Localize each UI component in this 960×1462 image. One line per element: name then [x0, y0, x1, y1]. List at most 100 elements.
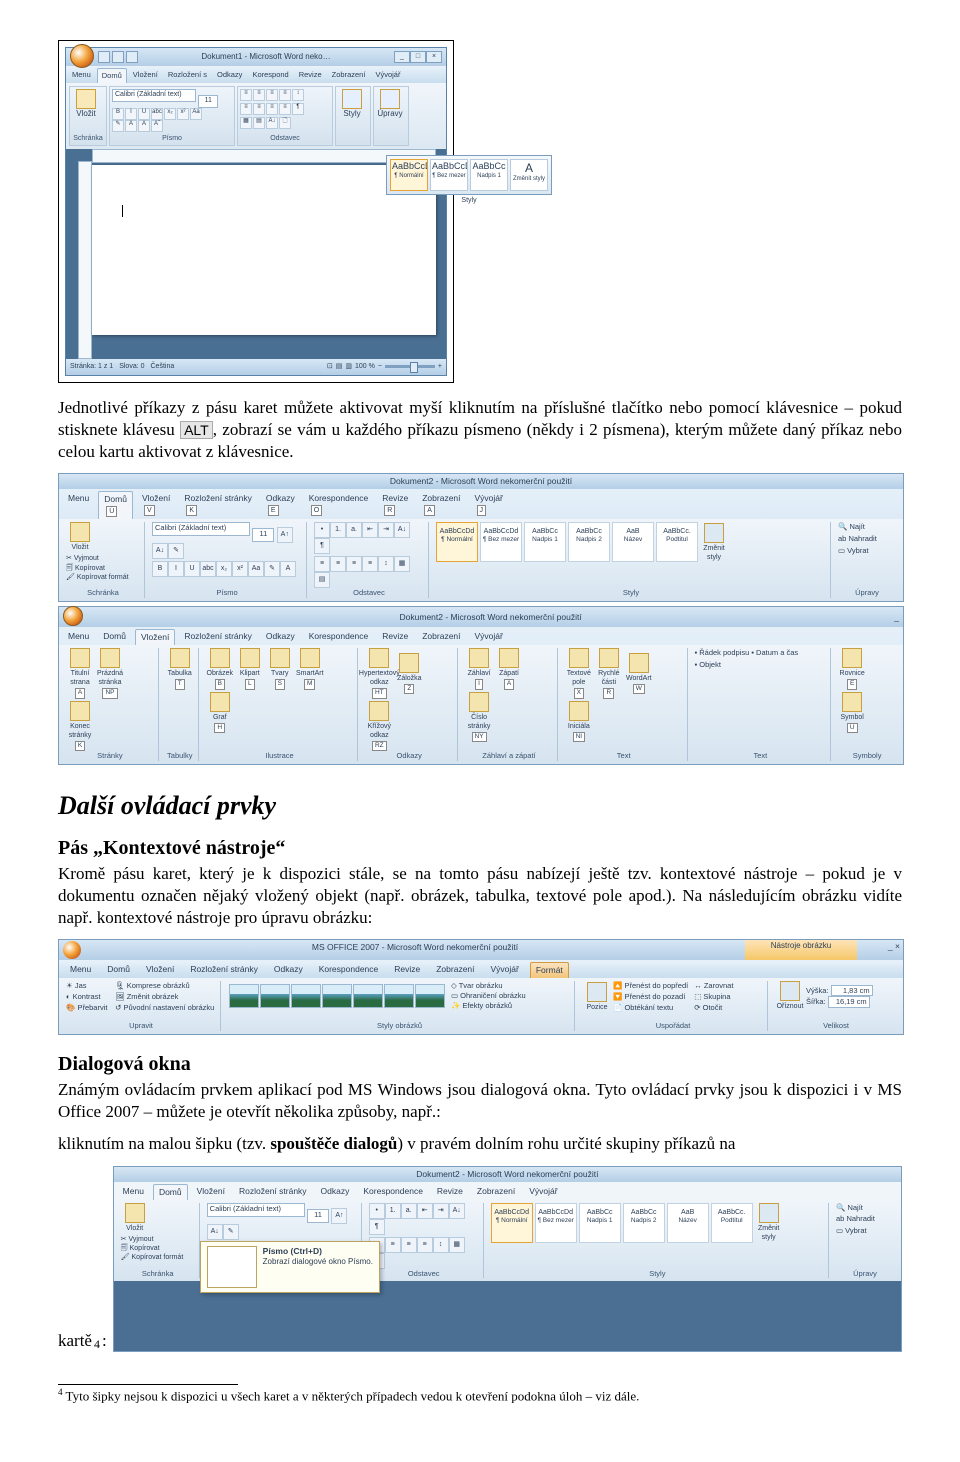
tab-zobrazení[interactable]: Zobrazení: [417, 629, 465, 645]
tab-vložení[interactable]: Vložení: [141, 962, 179, 978]
tab-zobrazení[interactable]: Zobrazení: [472, 1184, 520, 1200]
recolor-button[interactable]: 🎨 Přebarvit: [66, 1003, 109, 1013]
contrast-button[interactable]: ◐ Kontrast: [66, 992, 109, 1002]
styles-gallery-popup[interactable]: AaBbCcDd¶ NormálníAaBbCcDd¶ Bez mezerAaB…: [386, 155, 552, 195]
tab-vložení[interactable]: Vložení: [129, 68, 162, 83]
quick-access-toolbar[interactable]: [98, 51, 138, 63]
tab-odkazy[interactable]: Odkazy: [269, 962, 308, 978]
paste-button[interactable]: Vložit: [66, 522, 94, 552]
insert-konec-stránky[interactable]: Konec stránkyK: [66, 701, 94, 752]
insert-prázdná-stránka[interactable]: Prázdná stránkaNP: [96, 648, 124, 699]
insert-rovnice[interactable]: RovniceE: [838, 648, 866, 690]
tab-rozložení stránky[interactable]: Rozložení stránky: [234, 1184, 312, 1200]
window-controls[interactable]: _□×: [394, 51, 442, 63]
tab-domů[interactable]: Domů: [102, 962, 135, 978]
tab-zobrazení[interactable]: Zobrazení: [431, 962, 479, 978]
tab-domů[interactable]: Domů: [153, 1184, 188, 1200]
style-Nadpis 2[interactable]: AaBbCcNadpis 2: [623, 1203, 665, 1243]
tab-revize[interactable]: Revize: [432, 1184, 468, 1200]
insert-smartart[interactable]: SmartArtM: [296, 648, 324, 690]
tab-menu[interactable]: Menu: [65, 962, 96, 978]
style-¶ Normální[interactable]: AaBbCcDd¶ Normální: [390, 159, 428, 191]
insert-tabulka[interactable]: TabulkaT: [166, 648, 194, 690]
tab-menu[interactable]: Menu: [118, 1184, 149, 1200]
ruler-vertical[interactable]: [78, 161, 92, 359]
tab-rozložení stránky[interactable]: Rozložení stránkyK: [179, 491, 257, 519]
tab-rozložení stránky[interactable]: Rozložení stránky: [185, 962, 263, 978]
insert-textové-pole[interactable]: Textové poleX: [565, 648, 593, 699]
insert-titulní-strana[interactable]: Titulní stranaA: [66, 648, 94, 699]
tab-vývojář[interactable]: VývojářJ: [470, 491, 508, 519]
insert-zápatí[interactable]: ZápatíA: [495, 648, 523, 690]
office-button[interactable]: [63, 941, 81, 959]
style-Název[interactable]: AaBNázev: [612, 522, 654, 562]
tab-revize[interactable]: Revize: [295, 68, 326, 83]
insert-wordart[interactable]: WordArtW: [625, 653, 653, 695]
insert-obrázek[interactable]: ObrázekB: [206, 648, 234, 690]
font-name-combo[interactable]: Calibri (Základní text): [152, 522, 250, 536]
find-button[interactable]: 🔍 Najít: [838, 522, 865, 532]
change-styles-button[interactable]: AZměnit styly: [510, 159, 548, 191]
zoom-control[interactable]: ⊡▤▥ 100 % −+: [327, 362, 442, 371]
font-buttons-row[interactable]: BIUabcx₂x²Aa: [112, 108, 232, 120]
insert-graf[interactable]: GrafH: [206, 692, 234, 734]
cut-button[interactable]: ✂ Vyjmout: [66, 554, 129, 563]
crop-button[interactable]: Oříznout: [776, 981, 804, 1011]
font-size-combo[interactable]: 11: [307, 1209, 329, 1223]
compress-button[interactable]: 🗜 Komprese obrázků: [115, 981, 216, 991]
style-Nadpis 1[interactable]: AaBbCcNadpis 1: [524, 522, 566, 562]
tab-vývojář[interactable]: Vývojář: [470, 629, 508, 645]
change-styles-button[interactable]: Změnit styly: [755, 1203, 783, 1242]
styles-gallery[interactable]: AaBbCcDd¶ NormálníAaBbCcDd¶ Bez mezer AaB…: [491, 1203, 824, 1243]
insert-tvary[interactable]: TvaryS: [266, 648, 294, 690]
style-¶ Normální[interactable]: AaBbCcDd¶ Normální: [491, 1203, 533, 1243]
picture-border-button[interactable]: ▭ Ohraničení obrázku: [451, 991, 526, 1001]
tab-rozložení s[interactable]: Rozložení s: [164, 68, 211, 83]
change-styles-button[interactable]: Změnit styly: [700, 523, 728, 562]
ribbon-tabs-dlg[interactable]: MenuDomůVloženíRozložení stránkyOdkazyKo…: [114, 1182, 901, 1200]
tab-menu[interactable]: Menu: [68, 68, 95, 83]
style-Podtitul[interactable]: AaBbCc.Podtitul: [711, 1203, 753, 1243]
tab-vývojář[interactable]: Vývojář: [371, 68, 404, 83]
picture-styles-gallery[interactable]: [229, 984, 445, 1008]
tab-vývojář[interactable]: Vývojář: [486, 962, 524, 978]
tab-korespondence[interactable]: Korespondence: [314, 962, 384, 978]
insert-číslo-stránky[interactable]: Číslo stránkyNY: [465, 692, 493, 743]
minimize-icon[interactable]: _: [894, 612, 899, 623]
font-size-combo[interactable]: 11: [198, 95, 218, 108]
picture-effects-button[interactable]: ✨ Efekty obrázků: [451, 1001, 526, 1011]
tab-vložení[interactable]: Vložení: [135, 629, 175, 645]
width-input[interactable]: 16,19 cm: [828, 996, 870, 1008]
style-¶ Bez mezer[interactable]: AaBbCcDd¶ Bez mezer: [535, 1203, 577, 1243]
status-words[interactable]: Slova: 0: [119, 362, 144, 371]
tab-vložení[interactable]: Vložení: [192, 1184, 230, 1200]
font-name-combo[interactable]: Calibri (Základní text): [112, 89, 196, 102]
styles-gallery[interactable]: AaBbCcDd¶ NormálníAaBbCcDd¶ Bez mezerAaB…: [436, 522, 826, 562]
insert-křížový-odkaz[interactable]: Křížový odkazRZ: [365, 701, 393, 752]
insert-hypertextový-odkaz[interactable]: Hypertextový odkazHT: [365, 648, 393, 699]
tab-format-context[interactable]: Formát: [530, 962, 569, 978]
tab-rozložení stránky[interactable]: Rozložení stránky: [179, 629, 257, 645]
tab-vložení[interactable]: VloženíV: [137, 491, 175, 519]
styles-button[interactable]: Styly: [338, 89, 366, 119]
style-Podtitul[interactable]: AaBbCc.Podtitul: [656, 522, 698, 562]
height-input[interactable]: 1,83 cm: [831, 985, 873, 997]
style-¶ Normální[interactable]: AaBbCcDd¶ Normální: [436, 522, 478, 562]
style-¶ Bez mezer[interactable]: AaBbCcDd¶ Bez mezer: [430, 159, 468, 191]
status-lang[interactable]: Čeština: [151, 362, 175, 371]
insert-rychlé-části[interactable]: Rychlé částiR: [595, 648, 623, 699]
tab-menu[interactable]: Menu: [63, 491, 94, 519]
minimize-icon[interactable]: _: [888, 941, 893, 951]
change-picture-button[interactable]: 🖼 Změnit obrázek: [115, 992, 216, 1002]
tab-korespond[interactable]: Korespond: [248, 68, 292, 83]
office-button[interactable]: [70, 44, 94, 68]
tab-menu[interactable]: Menu: [63, 629, 94, 645]
document-page[interactable]: AaBbCcDd¶ NormálníAaBbCcDd¶ Bez mezerAaB…: [92, 165, 436, 335]
tab-revize[interactable]: Revize: [389, 962, 425, 978]
style-Nadpis 2[interactable]: AaBbCcNadpis 2: [568, 522, 610, 562]
insert-záložka[interactable]: ZáložkaZ: [395, 653, 423, 695]
insert-záhlaví[interactable]: ZáhlavíI: [465, 648, 493, 690]
tab-zobrazení[interactable]: Zobrazení: [328, 68, 370, 83]
tab-korespondence[interactable]: Korespondence: [358, 1184, 428, 1200]
picture-shape-button[interactable]: ◇ Tvar obrázku: [451, 981, 526, 991]
